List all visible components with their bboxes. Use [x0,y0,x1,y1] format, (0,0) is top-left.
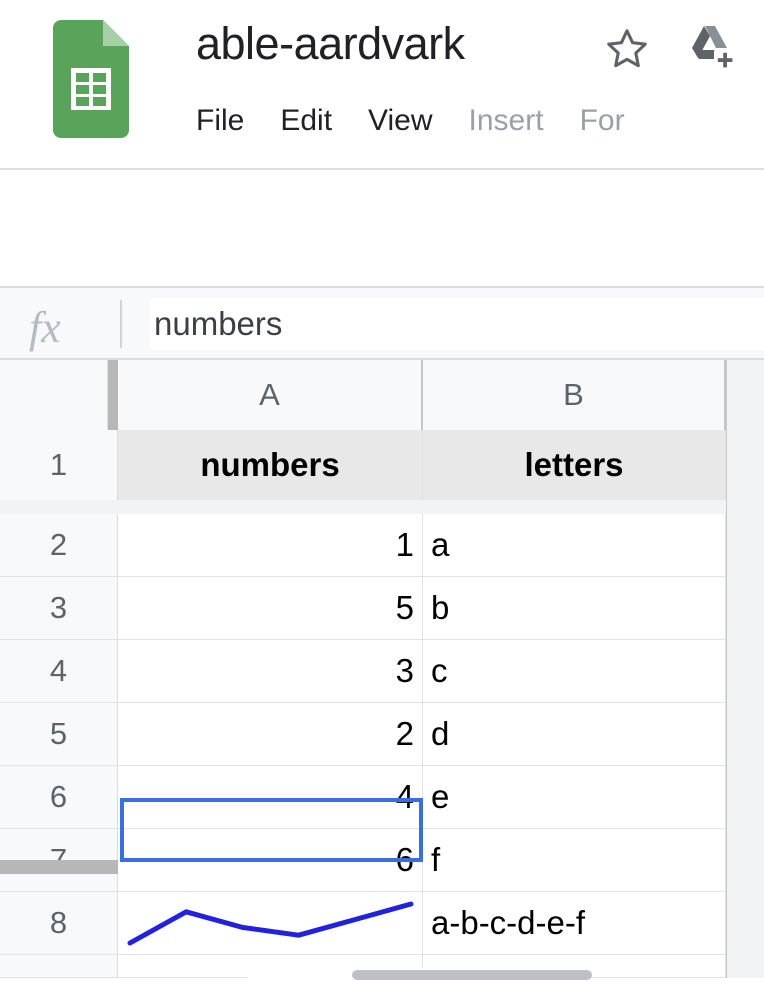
grid-right-padding [726,360,764,978]
cell-a4[interactable]: 3 [118,640,423,703]
spreadsheet-grid: A B 1 2 3 4 5 6 7 8 numbers letters 1 a … [0,360,764,978]
sheets-document-icon [53,20,129,138]
row-header-2[interactable]: 2 [0,514,118,577]
sparkline-chart [118,892,423,955]
row-header-9[interactable] [0,955,118,978]
cell-b3[interactable]: b [423,577,726,640]
row-header-4[interactable]: 4 [0,640,118,703]
cell-b4[interactable]: c [423,640,726,703]
toolbar: 100% View only [0,170,764,288]
cell-a2[interactable]: 1 [118,514,423,577]
menu-item-view[interactable]: View [350,104,450,138]
select-all-corner[interactable] [0,360,108,430]
cell-b2[interactable]: a [423,514,726,577]
cell-a5[interactable]: 2 [118,703,423,766]
drive-add-to-folder-icon[interactable] [686,24,738,72]
menu-item-format[interactable]: For [562,104,643,138]
column-header-b[interactable]: B [423,360,726,430]
menu-bar: File Edit View Insert For [196,104,643,138]
cell-b5[interactable]: d [423,703,726,766]
formula-bar: fx [0,288,764,360]
row-header-5[interactable]: 5 [0,703,118,766]
horizontal-scrollbar[interactable] [352,970,592,980]
fx-icon: fx [29,302,61,353]
star-icon[interactable] [604,26,650,72]
cell-a7[interactable]: 6 [118,829,423,892]
column-header-a[interactable]: A [118,360,423,430]
row-header-8[interactable]: 8 [0,892,118,955]
row-header-3[interactable]: 3 [0,577,118,640]
formula-bar-divider [120,300,122,348]
cell-b6[interactable]: e [423,766,726,829]
row-header-6[interactable]: 6 [0,766,118,829]
cell-b8[interactable]: a-b-c-d-e-f [423,892,726,955]
menu-item-file[interactable]: File [196,104,262,138]
cell-a6[interactable]: 4 [118,766,423,829]
cell-a8-sparkline[interactable] [118,892,423,955]
formula-input[interactable] [150,298,764,350]
cell-b1[interactable]: letters [423,430,726,500]
cell-a1[interactable]: numbers [118,430,423,500]
row-header-1[interactable]: 1 [0,430,118,500]
menu-item-edit[interactable]: Edit [262,104,350,138]
menu-item-insert[interactable]: Insert [451,104,562,138]
freeze-divider-rowheader[interactable] [0,860,118,874]
cell-a3[interactable]: 5 [118,577,423,640]
page-title[interactable]: able-aardvark [196,18,465,70]
cell-b7[interactable]: f [423,829,726,892]
corner-gutter [108,360,118,430]
title-bar: able-aardvark File Edit View Insert For [0,0,764,170]
